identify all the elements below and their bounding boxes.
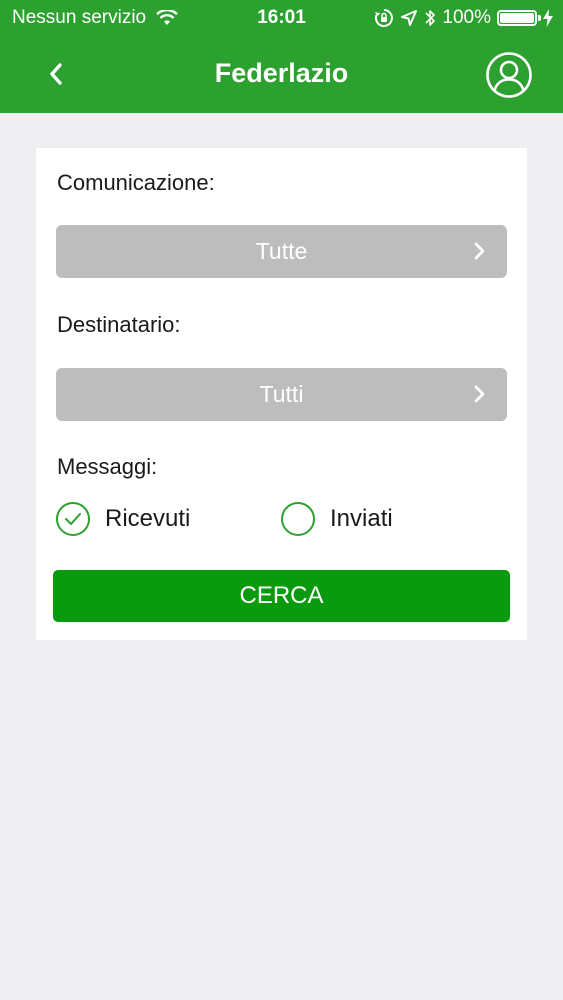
chevron-right-icon [474,242,485,260]
radio-inviati-label: Inviati [330,505,393,532]
nav-bar: Federlazio [0,40,563,110]
rotation-lock-icon [375,9,394,27]
page-title: Federlazio [214,58,349,88]
status-bar: Nessun servizio 16:01 100% [0,0,563,38]
destinatario-select[interactable]: Tutti [56,368,507,421]
battery-fill [500,13,534,23]
battery-tip [538,15,541,21]
comunicazione-select-value: Tutte [255,238,308,264]
search-button[interactable]: CERCA [53,570,510,622]
battery-icon [497,10,541,26]
chevron-right-icon [474,385,485,403]
radio-ricevuti[interactable]: Ricevuti [56,499,190,539]
charging-bolt-icon [543,9,553,27]
radio-ricevuti-label: Ricevuti [105,505,191,532]
messaggi-radio-group: Ricevuti Inviati [56,499,507,539]
app-header: Nessun servizio 16:01 100% Federlazio [0,0,563,113]
messaggi-label: Messaggi: [57,454,158,479]
comunicazione-select[interactable]: Tutte [56,225,507,278]
checkmark-icon [65,513,81,525]
bluetooth-icon [425,10,436,26]
destinatario-label: Destinatario: [57,312,181,337]
battery-percent: 100% [442,7,491,28]
search-form-card: Comunicazione: Tutte Destinatario: Tutti… [36,148,527,640]
location-arrow-icon [401,10,418,26]
destinatario-select-value: Tutti [259,381,304,407]
status-right: 100% [374,7,553,29]
radio-inviati[interactable]: Inviati [281,499,393,539]
profile-button[interactable] [485,51,533,99]
radio-circle-checked [56,502,90,536]
comunicazione-label: Comunicazione: [57,170,215,195]
user-profile-icon [486,52,532,98]
radio-circle-unchecked [281,502,315,536]
